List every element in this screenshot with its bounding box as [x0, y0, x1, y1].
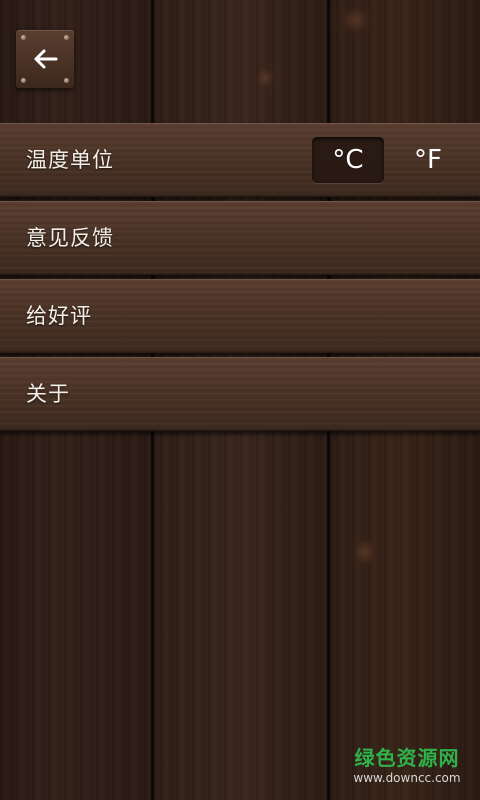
rate-app-row[interactable]: 给好评 [0, 279, 480, 353]
about-label: 关于 [26, 382, 70, 406]
feedback-label: 意见反馈 [26, 226, 114, 250]
watermark-text: 绿色资源网 [354, 746, 460, 770]
celsius-option-selected[interactable]: °C [312, 137, 384, 183]
arrow-left-icon [16, 30, 74, 88]
watermark: 绿色资源网 www.downcc.com [342, 746, 472, 786]
fahrenheit-option[interactable]: °F [392, 137, 464, 183]
wood-knot [345, 530, 385, 574]
temperature-unit-row: 温度单位 °C °F [0, 123, 480, 197]
temperature-unit-label: 温度单位 [26, 148, 114, 172]
rate-app-label: 给好评 [26, 304, 92, 328]
wood-knot [330, 0, 380, 40]
feedback-row[interactable]: 意见反馈 [0, 201, 480, 275]
wood-knot [250, 60, 280, 96]
back-button[interactable] [16, 30, 74, 88]
about-row[interactable]: 关于 [0, 357, 480, 431]
watermark-url: www.downcc.com [353, 771, 461, 785]
